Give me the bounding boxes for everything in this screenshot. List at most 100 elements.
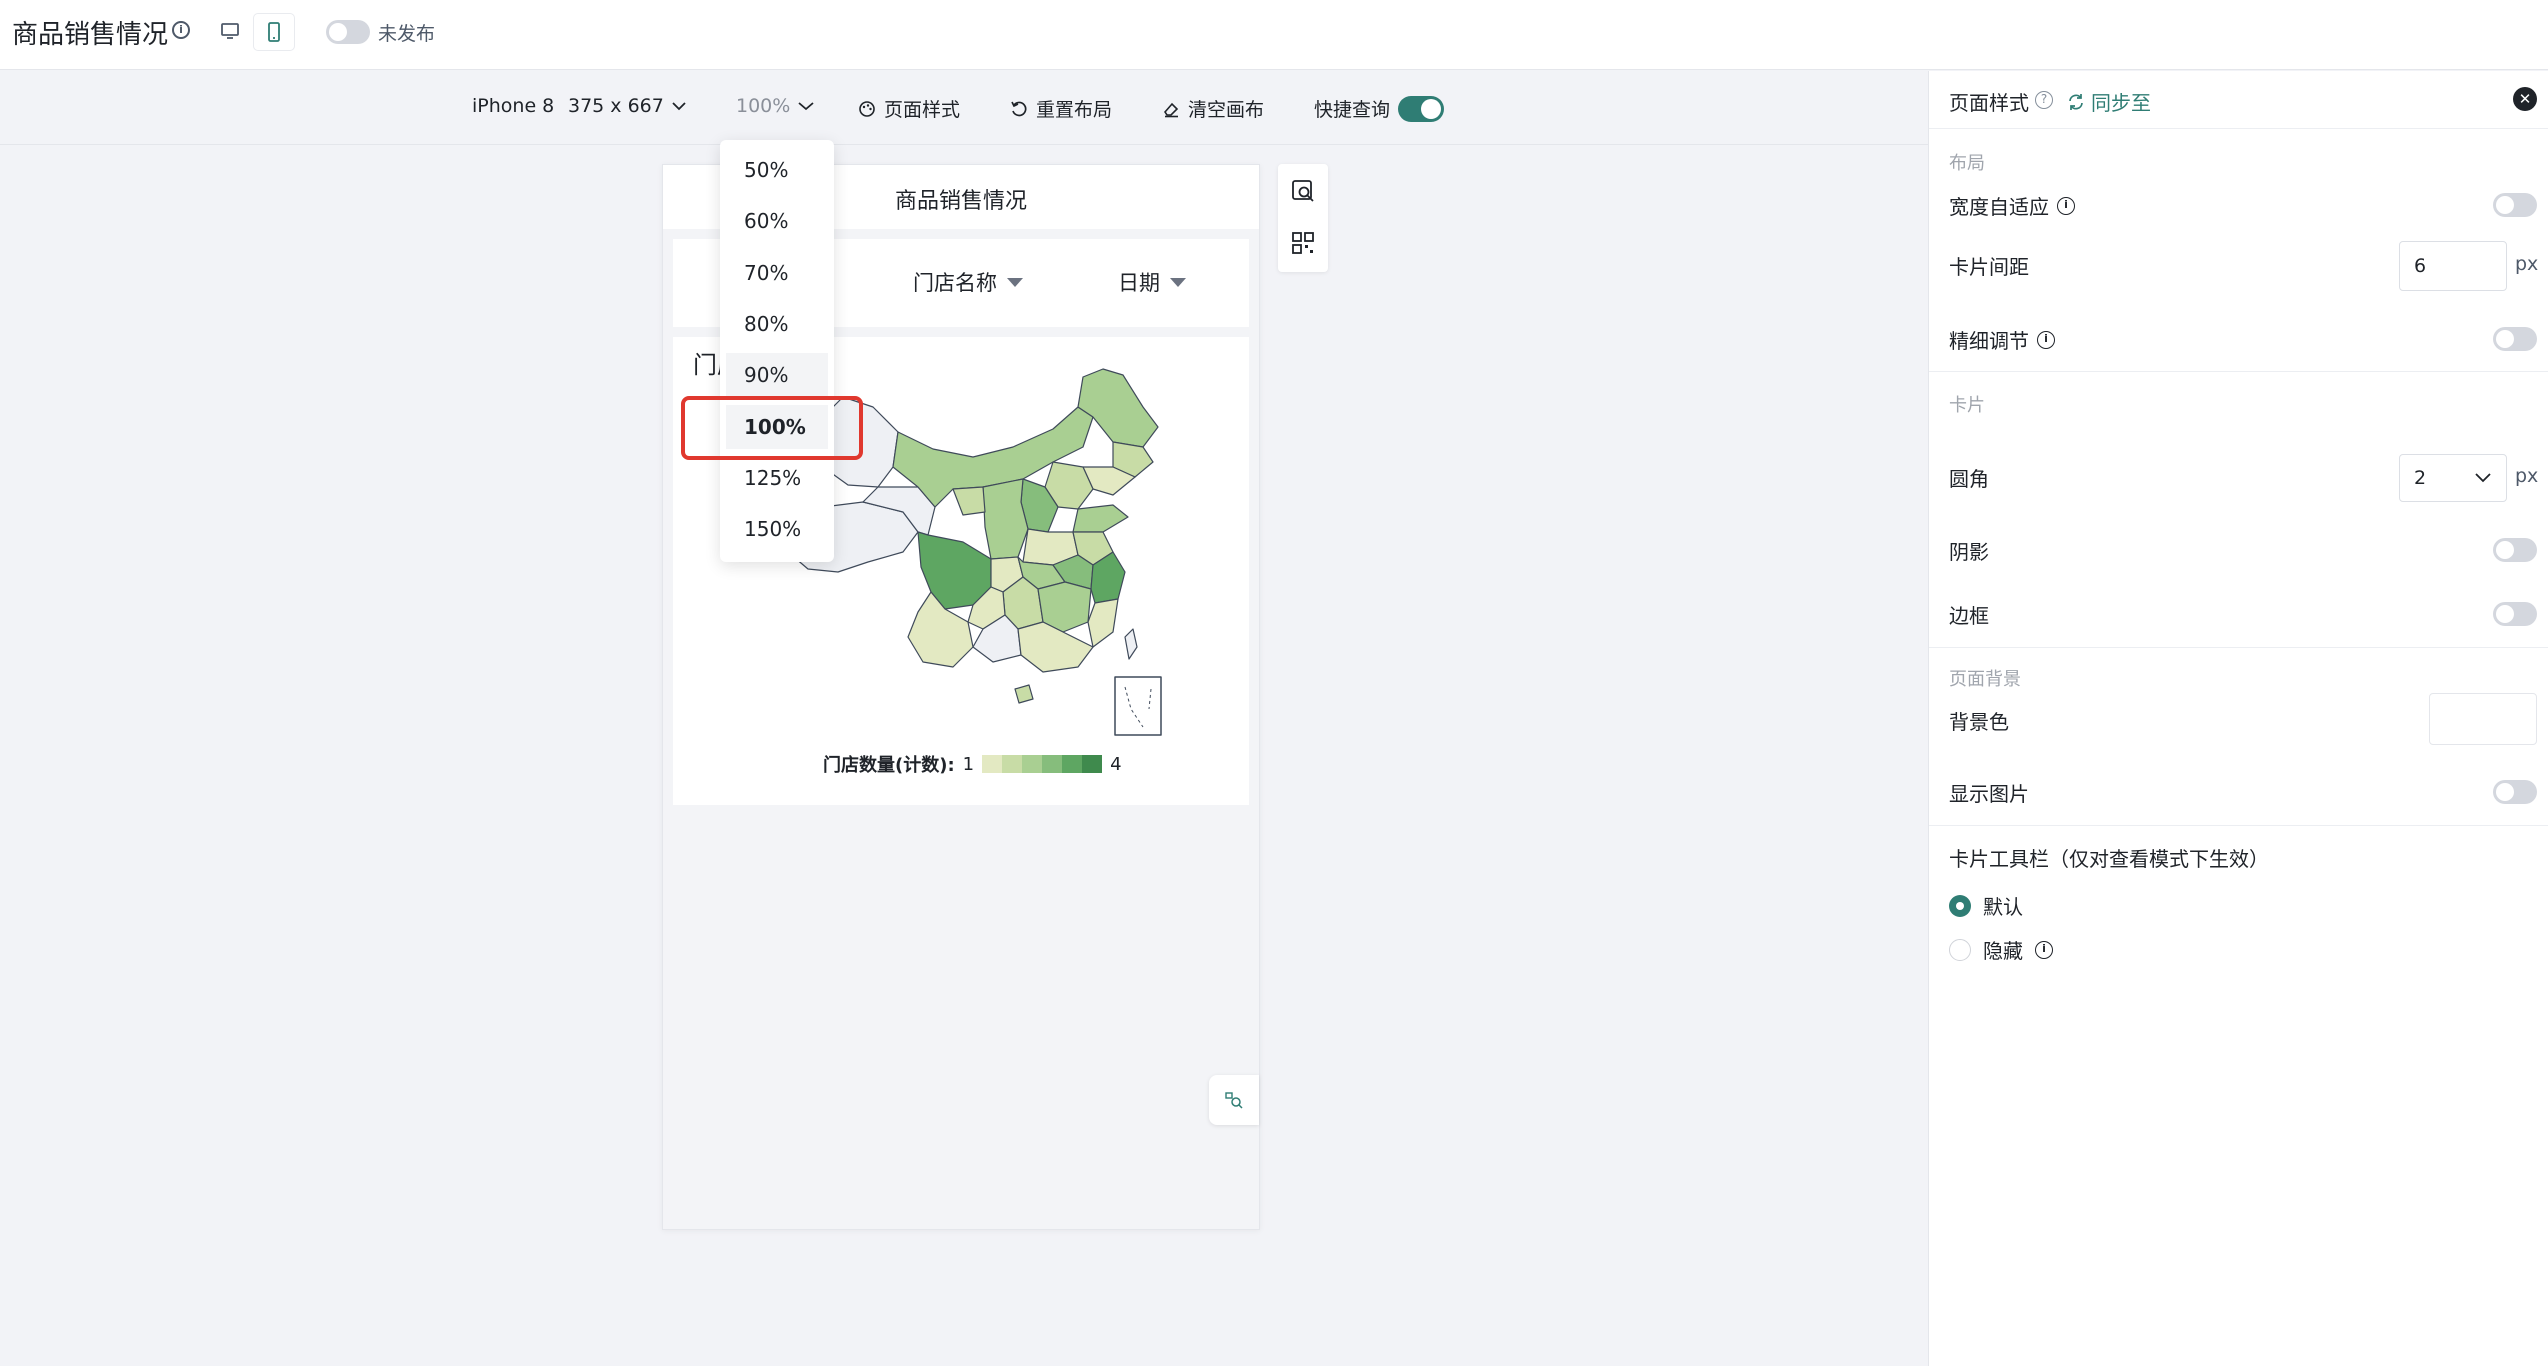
desktop-view-icon[interactable] [212,14,248,48]
page-style-button[interactable]: 页面样式 [858,95,960,122]
bg-color-label: 背景色 [1949,710,2009,734]
reset-icon [1011,101,1027,116]
search-analyze-icon [1225,1092,1243,1109]
divider [1929,647,2548,648]
publish-toggle[interactable] [326,20,370,44]
fine-tune-text: 精细调节 [1949,329,2029,353]
zoom-option[interactable]: 90% [726,353,828,398]
legend-color-scale [982,755,1103,773]
reset-layout-label: 重置布局 [1036,99,1113,121]
sync-icon [2069,93,2083,110]
canvas-toolbar: iPhone 8 375 x 667 100% 页面样式 重置布局 清空画布 快… [0,71,1928,145]
legend-swatch [1022,755,1043,773]
zoom-option[interactable]: 70% [726,251,828,295]
card-spacing-unit: px [2515,253,2539,275]
divider [1929,371,2548,372]
legend-label: 门店数量(计数): [823,755,955,776]
card-spacing-label: 卡片间距 [1949,255,2029,279]
canvas-side-tools [1278,164,1328,272]
date-filter[interactable]: 日期 [1118,267,1186,297]
reset-layout-button[interactable]: 重置布局 [1010,95,1112,122]
palette-icon [859,100,875,117]
border-toggle[interactable] [2493,602,2537,626]
zoom-option[interactable]: 60% [726,199,828,243]
fine-tune-toggle[interactable] [2493,327,2537,351]
show-image-label: 显示图片 [1949,782,2029,806]
quick-query: 快捷查询 [1314,95,1445,122]
device-size-dropdown[interactable]: 375 x 667 [568,95,686,117]
zoom-option[interactable]: 50% [726,148,828,192]
close-icon[interactable]: ✕ [2513,87,2537,111]
radio-hidden[interactable]: 隐藏 i [1949,935,2053,964]
radius-label: 圆角 [1949,467,1989,491]
store-filter-label: 门店名称 [913,271,997,295]
analyze-float-button[interactable] [1209,1075,1259,1125]
store-filter[interactable]: 门店名称 [913,267,1023,297]
legend-swatch [1002,755,1023,773]
sync-button[interactable]: 同步至 [2067,87,2151,116]
shadow-label: 阴影 [1949,540,1989,564]
legend-max: 4 [1110,753,1122,775]
panel-title: 页面样式 [1949,91,2029,115]
device-label: iPhone 8 [472,95,555,117]
quick-query-label: 快捷查询 [1314,99,1391,121]
top-bar: 商品销售情况 i 未发布 [0,0,2548,70]
map-legend: 门店数量(计数): 1 4 [823,751,1122,777]
chevron-down-icon [2475,473,2491,483]
clear-canvas-label: 清空画布 [1188,99,1265,121]
info-icon[interactable]: i [172,21,190,39]
device-name: iPhone 8 [472,95,554,117]
clear-canvas-button[interactable]: 清空画布 [1162,95,1264,122]
help-icon[interactable]: ? [2035,91,2053,109]
radius-select[interactable]: 2 [2399,454,2507,502]
radio-checked-icon [1949,894,1971,917]
shadow-toggle[interactable] [2493,538,2537,562]
width-adaptive-text: 宽度自适应 [1949,195,2049,219]
quick-query-toggle[interactable] [1398,95,1445,122]
caret-down-icon [1007,277,1023,287]
show-image-toggle[interactable] [2493,780,2537,804]
qr-code-icon[interactable] [1288,228,1318,258]
bg-color-picker[interactable] [2429,693,2537,745]
legend-min: 1 [962,753,975,775]
card-spacing-input[interactable]: 6 [2399,241,2507,291]
page-bg-section-title: 页面背景 [1949,669,2021,690]
fine-tune-label: 精细调节 i [1949,325,2055,354]
radio-default[interactable]: 默认 [1949,891,2023,920]
chevron-down-icon [672,102,686,111]
card-section-title: 卡片 [1949,395,1985,416]
legend-swatch [1062,755,1083,773]
zoom-dropdown[interactable]: 100% [736,95,814,117]
caret-down-icon [1170,277,1186,287]
device-size-label: 375 x 667 [568,95,664,117]
zoom-option[interactable]: 125% [726,456,828,500]
zoom-option[interactable]: 150% [726,507,828,551]
eraser-icon [1163,102,1179,117]
border-label: 边框 [1949,604,1989,628]
panel-header: 页面样式 ? 同步至 ✕ [1929,71,2548,129]
zoom-option[interactable]: 80% [726,302,828,346]
zoom-dropdown-menu: 50% 60% 70% 80% 90% 100% 125% 150% [720,140,834,562]
annotation-highlight-box [681,396,863,460]
page-style-panel: 页面样式 ? 同步至 ✕ 布局 宽度自适应 i 卡片间距 6 px 精细调节 i 卡… [1928,71,2548,1366]
legend-swatch [1082,755,1103,773]
publish-status-label: 未发布 [378,23,436,45]
info-icon[interactable]: i [2035,940,2053,959]
date-filter-label: 日期 [1118,271,1160,295]
divider [1929,825,2548,826]
width-adaptive-toggle[interactable] [2493,193,2537,217]
report-title[interactable]: 商品销售情况 [12,14,168,51]
preview-icon[interactable] [1288,176,1318,206]
info-icon[interactable]: i [2037,330,2055,349]
layout-section-title: 布局 [1949,153,1985,174]
width-adaptive-label: 宽度自适应 i [1949,191,2075,220]
zoom-label: 100% [736,95,791,117]
legend-swatch [1042,755,1063,773]
radio-default-label: 默认 [1983,895,2023,919]
chevron-down-icon [798,102,814,111]
radius-value: 2 [2414,467,2427,489]
mobile-view-icon[interactable] [254,14,294,50]
radio-hidden-label: 隐藏 [1983,939,2023,963]
page-style-label: 页面样式 [884,99,961,121]
info-icon[interactable]: i [2057,196,2075,215]
